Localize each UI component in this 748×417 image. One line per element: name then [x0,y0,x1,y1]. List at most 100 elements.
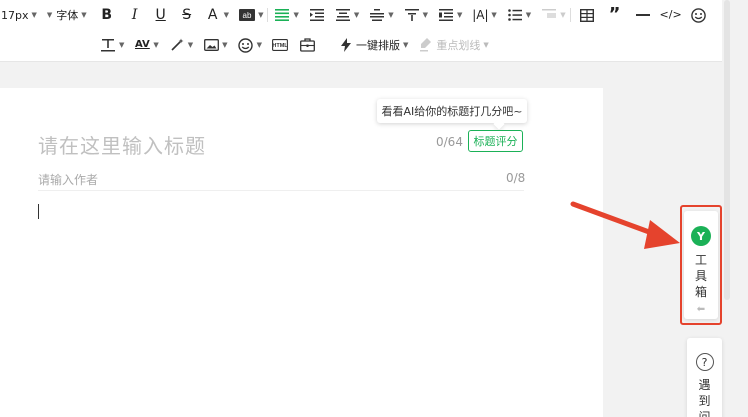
line-height-icon [369,7,385,23]
chevron-down-icon: ▼ [46,11,53,19]
underline-button[interactable]: U [153,3,169,27]
help-panel[interactable]: ? 遇到问 [687,338,722,417]
toolbar-row-1: 17px ▼ ▼ 字体 ▼ B I U S A ▼ ab ▼ ▼ ▼ ▼ ▼ ▼… [0,0,707,30]
chevron-down-icon: ▼ [525,11,532,19]
highlight-line-label: 重点划线 [436,39,481,52]
one-click-layout-label: 一键排版 [355,39,400,52]
emoji-button[interactable] [691,3,707,27]
chevron-down-icon: ▼ [153,41,159,49]
briefcase-icon [300,37,316,53]
chevron-down-icon: ▼ [402,41,409,49]
svg-text:ab: ab [243,11,252,20]
author-char-count: 0/8 [506,171,526,185]
sticker-button[interactable]: ▼ [238,33,262,57]
magic-wand-button[interactable]: ▼ [169,33,193,57]
format-painter-button: ▼ [541,3,566,27]
image-icon [203,37,219,53]
indent-level-icon [438,7,454,23]
magic-wand-icon [169,37,185,53]
chevron-down-icon: ▼ [119,41,125,49]
question-icon: ? [695,353,714,371]
letter-spacing-button[interactable]: |A| ▼ [472,3,497,27]
chevron-down-icon: ▼ [353,11,360,19]
quote-button[interactable]: ” [607,3,623,27]
annotation-highlight-box [680,205,722,325]
sticker-icon [238,37,254,53]
table-button[interactable] [579,3,595,27]
background-color-icon: ab [239,7,256,23]
highlighter-icon [418,37,434,53]
chevron-down-icon: ▼ [491,11,497,19]
background-color-button[interactable]: ab ▼ [239,3,263,27]
vertical-scrollbar[interactable] [724,0,730,300]
font-size-select[interactable]: 17px ▼ [1,3,37,27]
bold-icon: B [101,7,112,23]
heading-button[interactable]: ▼ [100,33,124,57]
strikethrough-button[interactable]: S [179,3,195,27]
title-input[interactable]: 请在这里输入标题 [38,130,206,159]
html-button[interactable]: HTML [272,33,288,57]
font-color-icon: A [207,7,218,23]
svg-text:HTML: HTML [272,43,288,49]
one-click-layout-button[interactable]: 一键排版 ▼ [338,33,408,57]
strikethrough-icon: S [182,7,192,23]
chevron-down-icon: ▼ [422,11,429,19]
italic-icon: I [131,7,138,23]
line-height-button[interactable]: ▼ [369,3,394,27]
underline-icon: U [155,7,166,23]
chevron-down-icon: ▼ [187,41,194,49]
code-icon: </> [659,8,682,21]
list-icon [507,7,523,23]
chevron-down-icon: ▼ [81,11,87,19]
toolbar-divider [267,8,269,22]
indent-level-button[interactable]: ▼ [438,3,462,27]
lightning-icon [338,37,354,53]
text-cursor [38,204,39,219]
chevron-down-icon: ▼ [293,11,299,19]
annotation-arrow [570,201,680,249]
header-divider [38,190,524,191]
chevron-down-icon: ▼ [483,41,489,49]
toolkit-button[interactable] [300,33,316,57]
align-left-icon [274,7,290,23]
quote-icon: ” [608,4,621,25]
chevron-down-icon: ▼ [388,11,394,19]
chevron-down-icon: ▼ [560,11,566,19]
char-spacing-button[interactable]: AV ▼ [134,33,159,57]
paragraph-spacing-button[interactable]: ▼ [404,3,428,27]
chevron-down-icon: ▼ [258,11,264,19]
letter-spacing-icon: |A| [472,8,489,22]
indent-button[interactable] [309,3,325,27]
italic-button[interactable]: I [127,3,143,27]
chevron-down-icon: ▼ [222,41,228,49]
align-center-icon [335,7,351,23]
chevron-down-icon: ▼ [256,41,262,49]
html-icon: HTML [272,37,288,53]
toolbar-row-2: ▼ AV ▼ ▼ ▼ ▼ HTML 一键排版 ▼ 重点划线 ▼ [100,30,489,60]
help-label: 遇到问 [698,378,711,417]
heading-icon [100,37,116,53]
chevron-down-icon: ▼ [457,11,463,19]
font-color-button[interactable]: A ▼ [205,3,229,27]
highlight-line-button[interactable]: 重点划线 ▼ [418,33,489,57]
horizontal-rule-icon [635,7,651,23]
code-button[interactable]: </> [659,3,682,27]
image-button[interactable]: ▼ [203,33,228,57]
title-score-button[interactable]: 标题评分 [468,130,523,152]
font-family-label: 字体 [56,9,79,22]
toolbar-divider [569,8,571,22]
list-button[interactable]: ▼ [507,3,531,27]
align-left-button[interactable]: ▼ [274,3,299,27]
font-family-select[interactable]: ▼ 字体 ▼ [47,3,87,27]
author-input[interactable]: 请输入作者 [38,171,98,188]
chevron-down-icon: ▼ [223,11,230,19]
indent-icon [309,7,325,23]
title-char-count: 0/64 [436,135,463,149]
emoji-icon [691,7,707,23]
table-icon [579,7,595,23]
bold-button[interactable]: B [99,3,115,27]
paragraph-spacing-icon [404,7,420,23]
align-center-button[interactable]: ▼ [335,3,359,27]
chevron-down-icon: ▼ [31,11,37,19]
horizontal-rule-button[interactable] [635,3,651,27]
